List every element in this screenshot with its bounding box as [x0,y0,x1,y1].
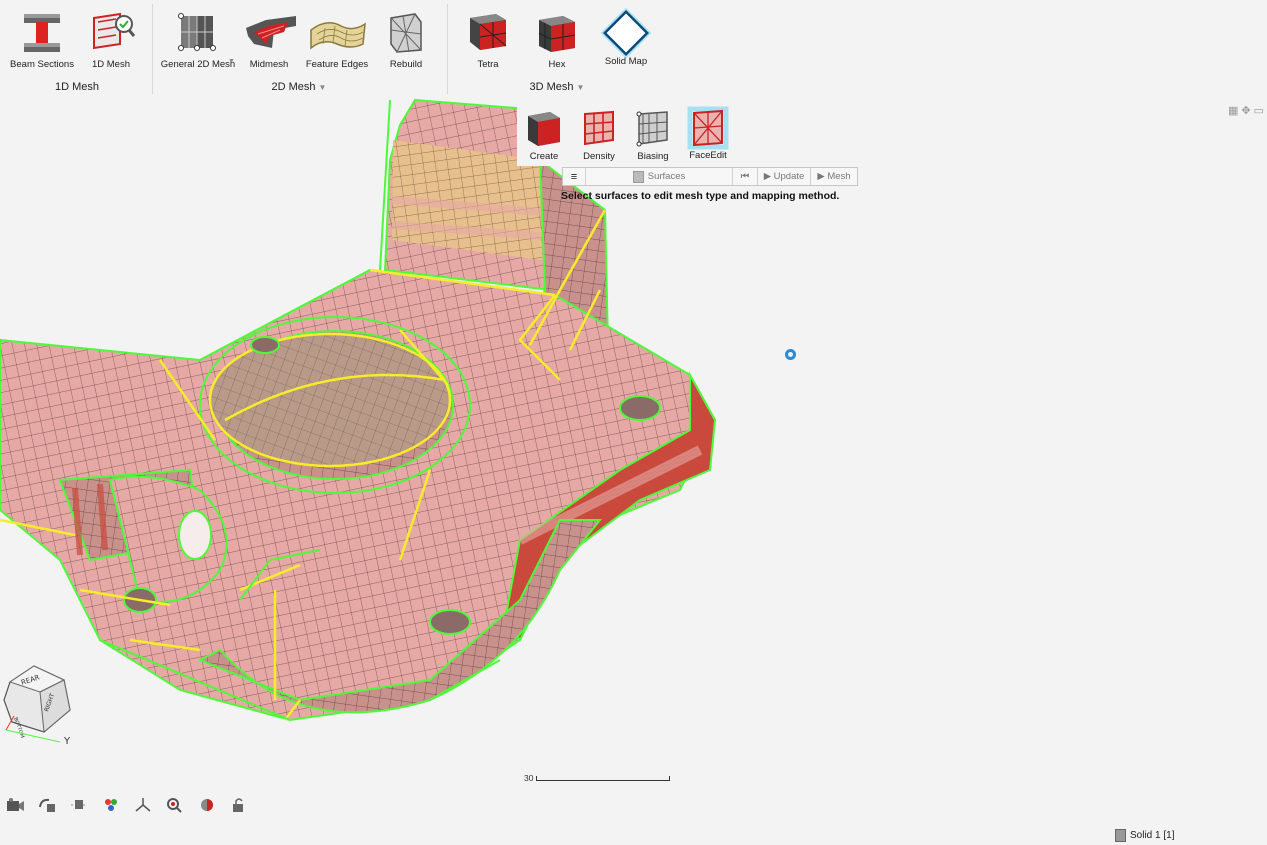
beam-sections-tool[interactable]: Beam Sections [8,10,76,70]
dropdown-caret-icon[interactable]: ▼ [228,58,235,65]
scale-value: 30 [524,773,534,783]
biasing-label: Biasing [637,151,669,162]
skip-back-icon[interactable]: ⏮ [733,168,758,185]
feature-edges-label: Feature Edges [305,59,369,70]
lock-icon[interactable] [226,794,252,816]
view-toolbar [2,794,252,816]
midmesh-icon [246,16,296,48]
camera-icon[interactable] [2,794,28,816]
1d-mesh-label: 1D Mesh [91,59,130,70]
ribbon: Beam Sections 1D Mesh 1D Mesh General 2D… [0,0,1267,98]
density-label: Density [583,151,615,162]
surfaces-label: Surfaces [647,171,686,182]
general-2d-mesh-tool[interactable]: General 2D Mesh ▼ [158,10,238,70]
zoom-icon[interactable] [162,794,188,816]
update-button[interactable]: ▶ Update [758,168,811,185]
beam-sections-label: Beam Sections [10,59,74,70]
rotate-icon[interactable] [34,794,60,816]
hex-label: Hex [548,59,566,70]
solid-map-tool[interactable]: Solid Map [598,6,654,67]
tetra-tool[interactable]: Tetra [466,10,510,70]
bolt-hole-top[interactable] [250,336,280,354]
group-2d-mesh-label: 2D Mesh [271,81,316,93]
density-tool[interactable]: Density [577,108,621,162]
solid-map-label: Solid Map [604,56,648,67]
surfaces-selector[interactable]: Surfaces [586,168,733,185]
face-edit-label: FaceEdit [689,150,727,161]
group-2d-mesh: 2D Mesh ▼ [262,81,336,93]
mesh-button[interactable]: ▶ Mesh [811,168,857,185]
biasing-tool[interactable]: Biasing [631,108,675,162]
face-edit-tool[interactable]: FaceEdit [685,106,731,161]
rebuild-icon [390,13,422,53]
window-icon[interactable]: ▭ [1254,105,1267,117]
general-2d-mesh-icon [178,13,216,51]
1d-mesh-tool[interactable]: 1D Mesh [84,10,138,70]
feature-edges-tool[interactable]: Feature Edges [302,10,372,70]
face-edit-icon [687,106,729,150]
midmesh-label: Midmesh [249,59,289,70]
create-tool[interactable]: Create [521,108,567,162]
render-icon[interactable] [194,794,220,816]
solid-map-subtools: Create Density Biasing FaceEdit [517,100,732,166]
color-icon[interactable] [98,794,124,816]
separator [152,4,153,94]
chevron-down-icon[interactable]: ▼ [577,83,585,92]
clevis-hole[interactable] [178,510,212,560]
view-cube[interactable]: REAR RIGHT BOTTOM Y [0,660,80,750]
y-axis-label: Y [63,736,71,747]
create-icon [528,112,560,146]
density-icon [584,110,614,146]
scale-line [535,776,670,782]
instruction-hint: Select surfaces to edit mesh type and ma… [561,190,840,202]
viewport-controls: ▦✥▭ [1228,104,1267,117]
hex-icon [538,16,576,52]
scale-bar: 30 [524,773,670,783]
loading-spinner-icon [785,349,796,360]
beam-sections-icon [24,14,60,52]
solid-icon [1115,829,1126,842]
separator [447,4,448,94]
section-icon[interactable] [66,794,92,816]
menu-icon[interactable]: ≡ [563,168,586,185]
status-entity-label: Solid 1 [1] [1130,830,1175,841]
status-entity[interactable]: Solid 1 [1] [1115,829,1174,842]
group-3d-mesh-label: 3D Mesh [529,81,574,93]
rebuild-tool[interactable]: Rebuild [384,10,428,70]
axis-icon[interactable] [130,794,156,816]
hex-tool[interactable]: Hex [534,10,580,70]
surface-icon [632,170,644,183]
model-viewport[interactable] [0,98,1267,798]
bore-surface[interactable] [208,332,452,468]
rebuild-label: Rebuild [389,59,423,70]
solid-map-icon [600,7,652,59]
pan-icon[interactable]: ✥ [1241,105,1253,117]
guide-bar: ≡ Surfaces ⏮ ▶ Update ▶ Mesh [562,167,858,186]
bolt-hole-right[interactable] [619,395,661,421]
grid-icon[interactable]: ▦ [1228,105,1241,117]
midmesh-tool[interactable]: Midmesh [244,10,296,70]
tetra-icon [470,14,507,50]
1d-mesh-icon [93,12,136,50]
create-label: Create [529,151,559,162]
bolt-hole-bottom[interactable] [429,609,471,635]
feature-edges-icon [310,22,366,50]
group-3d-mesh: 3D Mesh ▼ [520,81,594,93]
biasing-icon [636,111,668,147]
general-2d-mesh-label: General 2D Mesh [160,59,236,70]
group-1d-mesh: 1D Mesh [54,81,100,93]
tetra-label: Tetra [477,59,499,70]
chevron-down-icon[interactable]: ▼ [319,83,327,92]
